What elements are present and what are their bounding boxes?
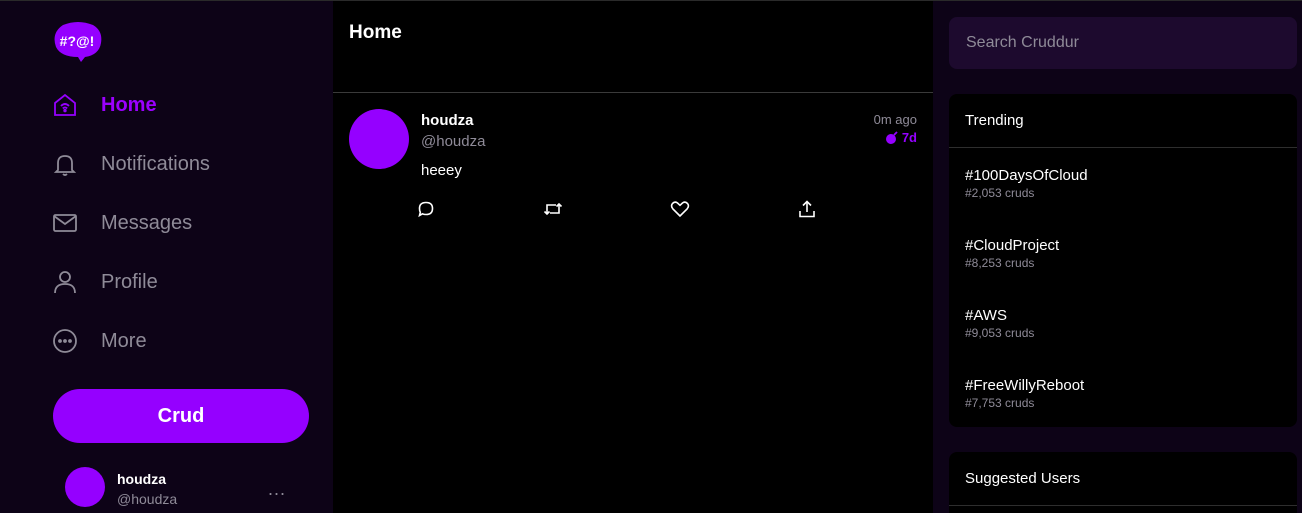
activity-actions — [409, 197, 909, 221]
suggested-users-title: Suggested Users — [949, 452, 1297, 506]
repost-button[interactable] — [541, 197, 565, 221]
page-title: Home — [349, 22, 402, 43]
bomb-icon — [885, 130, 898, 144]
trending-count: #8,253 cruds — [965, 256, 1035, 270]
sidebar-item-label: Messages — [101, 211, 193, 234]
reply-button[interactable] — [414, 197, 438, 221]
activity-item[interactable]: houdza @houdza 0m ago 7d heeey — [333, 93, 933, 243]
logo-bubble-icon: #?@! — [54, 22, 102, 62]
profile-more-button[interactable]: ... — [268, 479, 286, 500]
trending-name: #CloudProject — [965, 237, 1060, 254]
activity-display-name[interactable]: houdza — [421, 112, 474, 129]
activity-handle[interactable]: @houdza — [421, 133, 485, 150]
trending-count: #2,053 cruds — [965, 186, 1035, 200]
right-column: Trending #100DaysOfCloud #2,053 cruds #C… — [933, 0, 1302, 513]
crud-button[interactable]: Crud — [53, 389, 309, 443]
share-button[interactable] — [795, 197, 819, 221]
sidebar: #?@! Home Notifications Messages Profile… — [0, 0, 333, 513]
sidebar-item-label: More — [101, 329, 147, 352]
activity-time: 0m ago — [873, 112, 917, 127]
like-button[interactable] — [668, 197, 692, 221]
sidebar-item-more[interactable]: More — [52, 326, 147, 356]
sidebar-item-label: Notifications — [101, 152, 210, 175]
feed-header: Home — [333, 1, 933, 93]
sidebar-item-notifications[interactable]: Notifications — [52, 149, 210, 179]
envelope-icon — [52, 210, 78, 236]
profile-card[interactable]: houdza @houdza ... — [65, 467, 315, 511]
cruddur-logo[interactable]: #?@! — [53, 21, 103, 63]
more-circle-icon — [52, 328, 78, 354]
main-feed: Home houdza @houdza 0m ago 7d heeey — [333, 0, 933, 513]
trending-item[interactable]: #100DaysOfCloud #2,053 cruds — [965, 167, 1088, 200]
repost-icon — [543, 202, 563, 216]
trending-name: #100DaysOfCloud — [965, 167, 1088, 184]
expires-label: 7d — [901, 130, 917, 145]
trending-item[interactable]: #FreeWillyReboot #7,753 cruds — [965, 377, 1084, 410]
profile-handle: @houdza — [117, 491, 178, 507]
sidebar-item-label: Home — [101, 93, 157, 116]
trending-count: #9,053 cruds — [965, 326, 1035, 340]
profile-name: houdza — [117, 471, 166, 487]
sidebar-item-label: Profile — [101, 270, 158, 293]
sidebar-item-messages[interactable]: Messages — [52, 208, 192, 238]
share-icon — [799, 200, 815, 218]
trending-item[interactable]: #AWS #9,053 cruds — [965, 307, 1034, 340]
sidebar-item-home[interactable]: Home — [52, 90, 157, 120]
search-input[interactable] — [949, 17, 1297, 69]
reply-icon — [418, 201, 434, 218]
trending-name: #AWS — [965, 307, 1007, 324]
suggested-users-panel: Suggested Users — [949, 452, 1297, 513]
trending-panel: Trending #100DaysOfCloud #2,053 cruds #C… — [949, 94, 1297, 427]
sidebar-item-profile[interactable]: Profile — [52, 267, 158, 297]
trending-count: #7,753 cruds — [965, 396, 1035, 410]
avatar[interactable] — [349, 109, 409, 169]
avatar — [65, 467, 105, 507]
trending-title: Trending — [949, 94, 1297, 148]
activity-message: heeey — [421, 162, 462, 179]
logo-text: #?@! — [60, 33, 95, 49]
home-icon — [52, 92, 78, 118]
user-icon — [52, 269, 78, 295]
activity-expires: 7d — [885, 130, 917, 145]
trending-name: #FreeWillyReboot — [965, 377, 1085, 394]
heart-icon — [670, 201, 690, 218]
bell-icon — [52, 151, 78, 177]
trending-item[interactable]: #CloudProject #8,253 cruds — [965, 237, 1059, 270]
